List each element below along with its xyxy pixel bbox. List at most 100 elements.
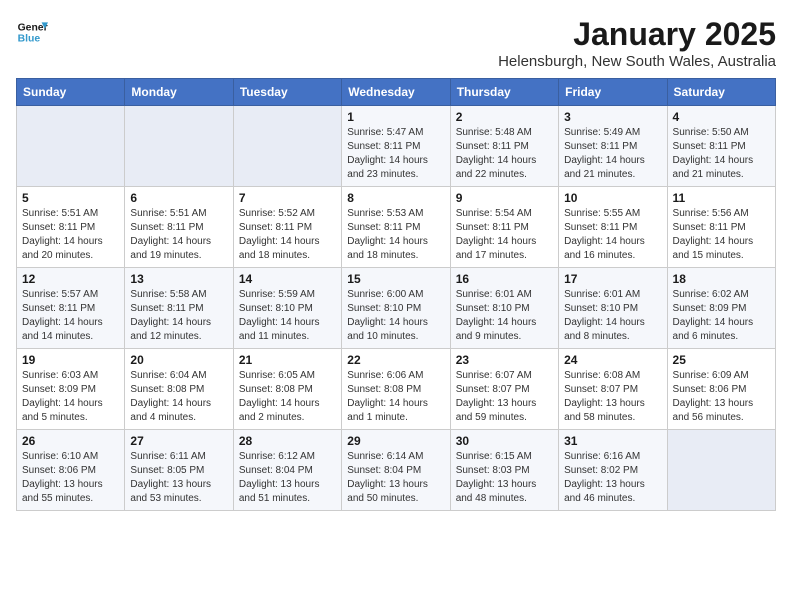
day-info: Sunrise: 6:05 AM Sunset: 8:08 PM Dayligh… bbox=[239, 369, 336, 425]
calendar-cell: 28 Sunrise: 6:12 AM Sunset: 8:04 PM Dayli… bbox=[233, 430, 341, 511]
day-info: Sunrise: 6:06 AM Sunset: 8:08 PM Dayligh… bbox=[347, 369, 444, 425]
day-number: 24 bbox=[564, 353, 661, 367]
day-info: Sunrise: 6:09 AM Sunset: 8:06 PM Dayligh… bbox=[673, 369, 770, 425]
day-info: Sunrise: 5:55 AM Sunset: 8:11 PM Dayligh… bbox=[564, 207, 661, 263]
calendar-cell: 13 Sunrise: 5:58 AM Sunset: 8:11 PM Dayli… bbox=[125, 268, 233, 349]
day-info: Sunrise: 6:02 AM Sunset: 8:09 PM Dayligh… bbox=[673, 288, 770, 344]
day-info: Sunrise: 5:52 AM Sunset: 8:11 PM Dayligh… bbox=[239, 207, 336, 263]
calendar-cell: 21 Sunrise: 6:05 AM Sunset: 8:08 PM Dayli… bbox=[233, 349, 341, 430]
day-info: Sunrise: 6:03 AM Sunset: 8:09 PM Dayligh… bbox=[22, 369, 119, 425]
calendar-cell: 25Sunrise: 6:09 AM Sunset: 8:06 PM Dayli… bbox=[667, 349, 775, 430]
day-info: Sunrise: 5:53 AM Sunset: 8:11 PM Dayligh… bbox=[347, 207, 444, 263]
day-number: 19 bbox=[22, 353, 119, 367]
day-number: 23 bbox=[456, 353, 553, 367]
day-number: 14 bbox=[239, 272, 336, 286]
day-number: 17 bbox=[564, 272, 661, 286]
calendar-cell: 20 Sunrise: 6:04 AM Sunset: 8:08 PM Dayli… bbox=[125, 349, 233, 430]
day-number: 22 bbox=[347, 353, 444, 367]
day-info: Sunrise: 5:49 AM Sunset: 8:11 PM Dayligh… bbox=[564, 126, 661, 182]
calendar-cell: 6 Sunrise: 5:51 AM Sunset: 8:11 PM Daylig… bbox=[125, 187, 233, 268]
calendar-cell: 18 Sunrise: 6:02 AM Sunset: 8:09 PM Dayli… bbox=[667, 268, 775, 349]
logo-icon: General Blue bbox=[16, 16, 48, 48]
calendar-cell: 23Sunrise: 6:07 AM Sunset: 8:07 PM Dayli… bbox=[450, 349, 558, 430]
calendar-cell: 11 Sunrise: 5:56 AM Sunset: 8:11 PM Dayli… bbox=[667, 187, 775, 268]
day-info: Sunrise: 5:56 AM Sunset: 8:11 PM Dayligh… bbox=[673, 207, 770, 263]
day-number: 6 bbox=[130, 191, 227, 205]
day-number: 2 bbox=[456, 110, 553, 124]
day-number: 27 bbox=[130, 434, 227, 448]
week-row-3: 19 Sunrise: 6:03 AM Sunset: 8:09 PM Dayli… bbox=[17, 349, 776, 430]
day-number: 3 bbox=[564, 110, 661, 124]
day-number: 7 bbox=[239, 191, 336, 205]
day-info: Sunrise: 6:16 AM Sunset: 8:02 PM Dayligh… bbox=[564, 450, 661, 506]
calendar-cell: 26 Sunrise: 6:10 AM Sunset: 8:06 PM Dayli… bbox=[17, 430, 125, 511]
weekday-header-sunday: Sunday bbox=[17, 79, 125, 106]
calendar-cell: 31 Sunrise: 6:16 AM Sunset: 8:02 PM Dayli… bbox=[559, 430, 667, 511]
day-info: Sunrise: 6:00 AM Sunset: 8:10 PM Dayligh… bbox=[347, 288, 444, 344]
day-number: 13 bbox=[130, 272, 227, 286]
calendar-cell: 14Sunrise: 5:59 AM Sunset: 8:10 PM Dayli… bbox=[233, 268, 341, 349]
day-info: Sunrise: 6:14 AM Sunset: 8:04 PM Dayligh… bbox=[347, 450, 444, 506]
weekday-header-thursday: Thursday bbox=[450, 79, 558, 106]
calendar-cell: 17Sunrise: 6:01 AM Sunset: 8:10 PM Dayli… bbox=[559, 268, 667, 349]
day-info: Sunrise: 5:47 AM Sunset: 8:11 PM Dayligh… bbox=[347, 126, 444, 182]
weekday-header-tuesday: Tuesday bbox=[233, 79, 341, 106]
calendar-cell: 1 Sunrise: 5:47 AM Sunset: 8:11 PM Daylig… bbox=[342, 106, 450, 187]
day-info: Sunrise: 5:58 AM Sunset: 8:11 PM Dayligh… bbox=[130, 288, 227, 344]
day-number: 20 bbox=[130, 353, 227, 367]
day-number: 11 bbox=[673, 191, 770, 205]
day-number: 29 bbox=[347, 434, 444, 448]
day-info: Sunrise: 6:01 AM Sunset: 8:10 PM Dayligh… bbox=[456, 288, 553, 344]
week-row-4: 26 Sunrise: 6:10 AM Sunset: 8:06 PM Dayli… bbox=[17, 430, 776, 511]
day-number: 5 bbox=[22, 191, 119, 205]
day-info: Sunrise: 6:08 AM Sunset: 8:07 PM Dayligh… bbox=[564, 369, 661, 425]
weekday-header-wednesday: Wednesday bbox=[342, 79, 450, 106]
day-number: 4 bbox=[673, 110, 770, 124]
calendar-cell: 30Sunrise: 6:15 AM Sunset: 8:03 PM Dayli… bbox=[450, 430, 558, 511]
calendar-cell: 12 Sunrise: 5:57 AM Sunset: 8:11 PM Dayli… bbox=[17, 268, 125, 349]
day-number: 18 bbox=[673, 272, 770, 286]
day-number: 10 bbox=[564, 191, 661, 205]
day-number: 12 bbox=[22, 272, 119, 286]
day-number: 21 bbox=[239, 353, 336, 367]
calendar-cell bbox=[17, 106, 125, 187]
calendar-cell: 2 Sunrise: 5:48 AM Sunset: 8:11 PM Daylig… bbox=[450, 106, 558, 187]
day-info: Sunrise: 6:04 AM Sunset: 8:08 PM Dayligh… bbox=[130, 369, 227, 425]
calendar-cell: 16 Sunrise: 6:01 AM Sunset: 8:10 PM Dayli… bbox=[450, 268, 558, 349]
calendar-cell: 7 Sunrise: 5:52 AM Sunset: 8:11 PM Daylig… bbox=[233, 187, 341, 268]
page-header: General Blue January 2025 Helensburgh, N… bbox=[16, 16, 776, 70]
weekday-header-saturday: Saturday bbox=[667, 79, 775, 106]
day-info: Sunrise: 5:57 AM Sunset: 8:11 PM Dayligh… bbox=[22, 288, 119, 344]
calendar-cell: 19 Sunrise: 6:03 AM Sunset: 8:09 PM Dayli… bbox=[17, 349, 125, 430]
logo: General Blue bbox=[16, 16, 48, 48]
day-info: Sunrise: 5:48 AM Sunset: 8:11 PM Dayligh… bbox=[456, 126, 553, 182]
calendar-subtitle: Helensburgh, New South Wales, Australia bbox=[498, 53, 776, 70]
calendar-cell: 8 Sunrise: 5:53 AM Sunset: 8:11 PM Daylig… bbox=[342, 187, 450, 268]
day-number: 28 bbox=[239, 434, 336, 448]
calendar-cell: 9Sunrise: 5:54 AM Sunset: 8:11 PM Daylig… bbox=[450, 187, 558, 268]
day-info: Sunrise: 6:10 AM Sunset: 8:06 PM Dayligh… bbox=[22, 450, 119, 506]
week-row-1: 5 Sunrise: 5:51 AM Sunset: 8:11 PM Daylig… bbox=[17, 187, 776, 268]
day-number: 16 bbox=[456, 272, 553, 286]
day-info: Sunrise: 5:54 AM Sunset: 8:11 PM Dayligh… bbox=[456, 207, 553, 263]
day-info: Sunrise: 6:11 AM Sunset: 8:05 PM Dayligh… bbox=[130, 450, 227, 506]
calendar-cell: 5Sunrise: 5:51 AM Sunset: 8:11 PM Daylig… bbox=[17, 187, 125, 268]
day-number: 1 bbox=[347, 110, 444, 124]
day-info: Sunrise: 5:51 AM Sunset: 8:11 PM Dayligh… bbox=[130, 207, 227, 263]
day-number: 15 bbox=[347, 272, 444, 286]
calendar-title: January 2025 bbox=[498, 16, 776, 53]
svg-text:Blue: Blue bbox=[18, 34, 41, 45]
calendar-cell bbox=[233, 106, 341, 187]
calendar-cell: 24 Sunrise: 6:08 AM Sunset: 8:07 PM Dayli… bbox=[559, 349, 667, 430]
calendar-cell: 29 Sunrise: 6:14 AM Sunset: 8:04 PM Dayli… bbox=[342, 430, 450, 511]
day-number: 26 bbox=[22, 434, 119, 448]
calendar-cell: 3 Sunrise: 5:49 AM Sunset: 8:11 PM Daylig… bbox=[559, 106, 667, 187]
calendar-cell: 10 Sunrise: 5:55 AM Sunset: 8:11 PM Dayli… bbox=[559, 187, 667, 268]
day-number: 8 bbox=[347, 191, 444, 205]
day-number: 30 bbox=[456, 434, 553, 448]
calendar-cell: 15 Sunrise: 6:00 AM Sunset: 8:10 PM Dayli… bbox=[342, 268, 450, 349]
day-number: 31 bbox=[564, 434, 661, 448]
calendar-cell: 22 Sunrise: 6:06 AM Sunset: 8:08 PM Dayli… bbox=[342, 349, 450, 430]
day-info: Sunrise: 6:12 AM Sunset: 8:04 PM Dayligh… bbox=[239, 450, 336, 506]
day-info: Sunrise: 5:50 AM Sunset: 8:11 PM Dayligh… bbox=[673, 126, 770, 182]
